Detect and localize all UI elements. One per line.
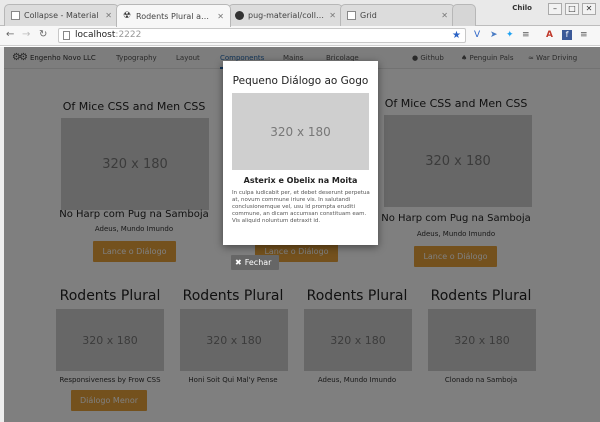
close-tab-icon[interactable]: ✕: [329, 11, 336, 20]
profile-name[interactable]: Chilo: [512, 4, 532, 12]
page-icon: [11, 11, 20, 20]
tab-title: pug-material/collapsi: [248, 11, 326, 20]
tab-title: Rodents Plural and No: [136, 11, 213, 21]
close-dialog-button[interactable]: ✖ Fechar: [231, 255, 279, 270]
dialog-subtitle: Asterix e Obelix na Moita: [243, 176, 358, 185]
browser-toolbar: ← → ↻ localhost:2222 ★ ᐯ ➤ ✦ ≡ A f ≡: [0, 26, 600, 46]
extension-lines-icon[interactable]: ≡: [522, 30, 530, 40]
browser-tab-collapse[interactable]: Collapse - Material ✕: [4, 4, 119, 26]
close-icon: ✖: [235, 258, 242, 267]
twitter-icon[interactable]: ✦: [506, 30, 514, 40]
close-tab-icon[interactable]: ✕: [105, 11, 112, 20]
close-label: Fechar: [244, 258, 272, 267]
dialog: Pequeno Diálogo ao Gogo 320 x 180 Asteri…: [223, 61, 378, 245]
reload-icon[interactable]: ↻: [39, 29, 47, 40]
browser-tab-github[interactable]: pug-material/collapsi ✕: [228, 4, 343, 26]
new-tab-button[interactable]: [452, 4, 476, 26]
dialog-title: Pequeno Diálogo ao Gogo: [232, 75, 369, 87]
minimize-icon[interactable]: –: [548, 3, 562, 15]
url-host: localhost: [75, 30, 116, 40]
window-edge: [0, 47, 4, 422]
dialog-image-placeholder: 320 x 180: [232, 93, 369, 170]
browser-tab-grid[interactable]: Grid ✕: [340, 4, 455, 26]
tab-title: Grid: [360, 11, 377, 20]
forward-icon[interactable]: →: [22, 29, 30, 40]
extension-v-icon[interactable]: ᐯ: [474, 30, 480, 40]
extension-bird-icon[interactable]: ➤: [490, 30, 498, 40]
close-tab-icon[interactable]: ✕: [217, 12, 224, 21]
page-icon: [347, 11, 356, 20]
close-window-icon[interactable]: ✕: [582, 3, 596, 15]
dialog-body-text: In culpa iudicabit per, et debet deserun…: [232, 190, 370, 224]
github-icon: [235, 11, 244, 20]
bookmark-star-icon[interactable]: ★: [452, 29, 461, 42]
radiation-icon: ☢: [123, 10, 132, 21]
back-icon[interactable]: ←: [6, 29, 14, 40]
maximize-icon[interactable]: □: [565, 3, 579, 15]
url-port: :2222: [115, 30, 142, 40]
menu-icon[interactable]: ≡: [580, 30, 588, 40]
browser-tab-rodents[interactable]: ☢ Rodents Plural and No ✕: [116, 4, 231, 27]
close-tab-icon[interactable]: ✕: [441, 11, 448, 20]
window-controls: – □ ✕: [548, 3, 596, 15]
address-bar[interactable]: localhost:2222 ★: [58, 28, 466, 43]
tab-title: Collapse - Material: [24, 11, 99, 20]
tab-strip: Collapse - Material ✕ ☢ Rodents Plural a…: [0, 0, 600, 27]
page-info-icon[interactable]: [63, 31, 70, 40]
facebook-icon[interactable]: f: [562, 30, 572, 40]
extension-a-icon[interactable]: A: [546, 30, 553, 40]
